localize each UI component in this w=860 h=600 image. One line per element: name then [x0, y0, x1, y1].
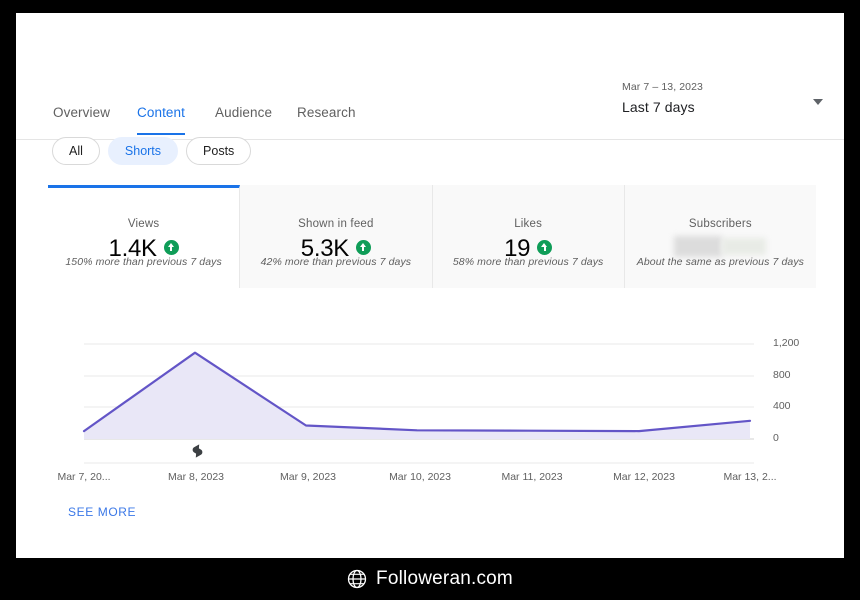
chip-all[interactable]: All	[52, 137, 100, 165]
tab-overview-label: Overview	[53, 105, 111, 120]
chip-shorts[interactable]: Shorts	[107, 137, 179, 165]
metric-card-likes[interactable]: Likes 19 58% more than previous 7 days	[432, 185, 625, 288]
globe-icon	[347, 569, 367, 589]
metric-card-likes-title: Likes	[514, 218, 543, 230]
content-type-filter-chips: All Shorts Posts	[52, 137, 259, 167]
arrow-up-circle-icon	[163, 239, 179, 255]
x-axis-tick-label: Mar 10, 2023	[389, 471, 451, 483]
x-axis-tick-label: Mar 13, 2...	[723, 471, 777, 483]
see-more-label: SEE MORE	[68, 505, 137, 519]
date-range-preset-label: Last 7 days	[622, 99, 695, 115]
metric-card-likes-note: 58% more than previous 7 days	[452, 256, 604, 268]
tab-overview[interactable]: Overview	[53, 105, 110, 135]
y-axis-tick-label: 0	[773, 432, 779, 444]
see-more-link[interactable]: SEE MORE	[68, 505, 136, 519]
footer-watermark: Followeran.com	[0, 558, 860, 600]
tab-content[interactable]: Content	[137, 105, 185, 135]
metric-card-shown-in-feed-note: 42% more than previous 7 days	[260, 256, 412, 268]
short-video-marker-icon[interactable]	[192, 444, 203, 458]
y-axis-tick-label: 1,200	[773, 337, 800, 349]
footer-site-name: Followeran.com	[376, 568, 513, 589]
date-range-text: Mar 7 – 13, 2023	[622, 81, 703, 93]
metric-card-subscribers-note: About the same as previous 7 days	[636, 256, 805, 268]
chip-all-label: All	[69, 144, 83, 158]
metric-card-subscribers[interactable]: Subscribers About the same as previous 7…	[624, 185, 816, 288]
tab-content-label: Content	[137, 105, 185, 120]
tab-audience[interactable]: Audience	[215, 105, 272, 135]
x-axis-tick-label: Mar 9, 2023	[279, 471, 337, 483]
metric-card-views-note: 150% more than previous 7 days	[65, 256, 222, 268]
redaction-block	[674, 235, 723, 257]
chart-plot-area	[82, 343, 754, 464]
x-axis-tick-label: Mar 8, 2023	[167, 471, 225, 483]
metric-card-views[interactable]: Views 1.4K 150% more than previous 7 day…	[48, 185, 241, 288]
redaction-block	[722, 237, 767, 255]
metric-card-views-title: Views	[127, 218, 160, 230]
tab-research-label: Research	[297, 105, 356, 120]
arrow-up-circle-icon	[355, 239, 371, 255]
x-axis-tick-label: Mar 11, 2023	[501, 471, 563, 483]
chip-posts-label: Posts	[203, 144, 235, 158]
y-axis-tick-label: 800	[773, 369, 791, 381]
y-axis-tick-label: 400	[773, 400, 791, 412]
chip-shorts-label: Shorts	[124, 144, 162, 158]
chip-posts[interactable]: Posts	[186, 137, 252, 165]
date-range-selector[interactable]: Mar 7 – 13, 2023 Last 7 days	[616, 75, 831, 121]
metric-card-shown-in-feed[interactable]: Shown in feed 5.3K 42% more than previou…	[240, 185, 433, 288]
chevron-down-icon	[813, 99, 823, 105]
x-axis-tick-label: Mar 7, 20...	[57, 471, 111, 483]
youtube-studio-analytics-page: Overview Content Audience Research Mar 7…	[16, 13, 844, 558]
views-over-time-chart[interactable]: 1,200 800 400 0 Mar 7, 20... Mar 8, 2023…	[48, 313, 816, 488]
chart-area-fill	[84, 352, 750, 439]
x-axis-tick-label: Mar 12, 2023	[613, 471, 675, 483]
metric-card-shown-in-feed-title: Shown in feed	[298, 218, 374, 230]
tab-research[interactable]: Research	[297, 105, 356, 135]
arrow-up-circle-icon	[537, 239, 553, 255]
metric-card-subscribers-title: Subscribers	[688, 218, 752, 230]
metric-cards-row: Views 1.4K 150% more than previous 7 day…	[48, 185, 816, 288]
tab-audience-label: Audience	[215, 105, 273, 120]
screenshot-frame: Overview Content Audience Research Mar 7…	[0, 0, 860, 600]
